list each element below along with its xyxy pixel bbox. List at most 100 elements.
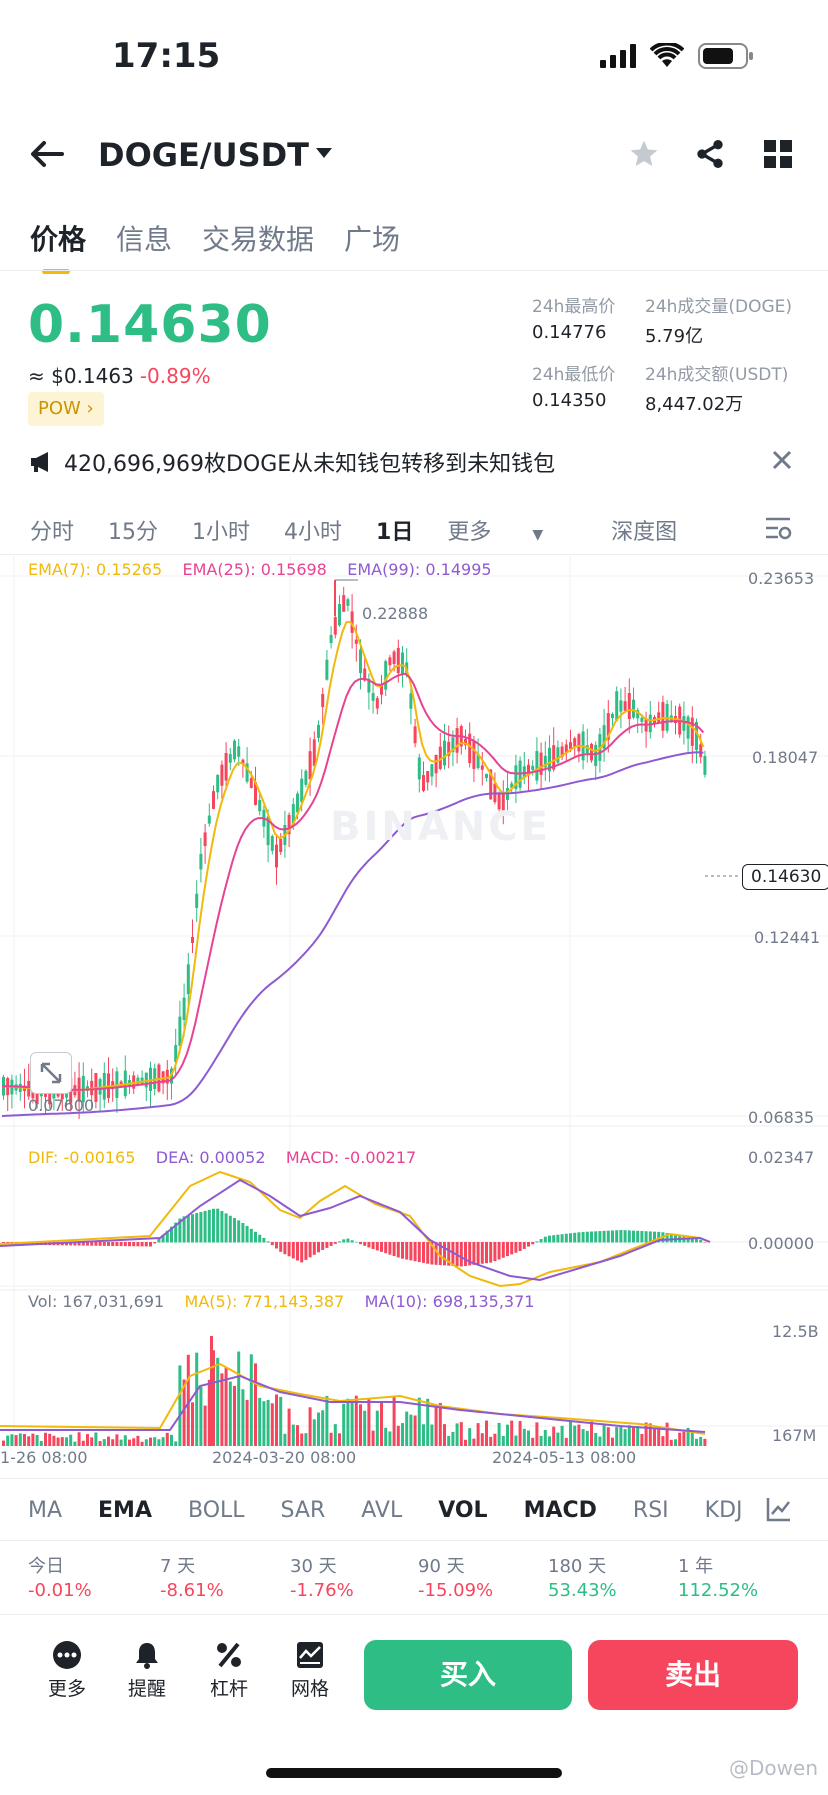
interval-1d[interactable]: 1日 — [376, 514, 413, 546]
volume-bar — [14, 1435, 18, 1446]
sell-button[interactable]: 卖出 — [588, 1640, 798, 1710]
tab-square[interactable]: 广场 — [344, 218, 400, 258]
macd-bar — [132, 1242, 136, 1247]
ind-ma[interactable]: MA — [28, 1498, 62, 1523]
volume-bar — [510, 1420, 514, 1446]
grid-button[interactable]: 网格 — [275, 1640, 345, 1701]
x-tick: 2024-05-13 08:00 — [492, 1448, 637, 1467]
volume-value: 5.79亿 — [645, 326, 704, 347]
home-indicator — [266, 1768, 562, 1778]
candle-body — [228, 754, 232, 763]
volume-bar — [44, 1432, 47, 1446]
volume-bar — [657, 1428, 661, 1446]
kline-chart[interactable] — [0, 556, 828, 1456]
volume-bar — [245, 1399, 249, 1446]
ema25-line — [1, 672, 705, 1091]
macd-bar — [514, 1242, 518, 1253]
ind-avl[interactable]: AVL — [361, 1498, 402, 1523]
macd-bar — [220, 1211, 224, 1243]
y-tick: 0.23653 — [748, 569, 815, 588]
indicator-settings[interactable] — [742, 1484, 828, 1538]
macd-bar — [518, 1242, 522, 1252]
volume-bar — [174, 1441, 178, 1446]
interval-4h[interactable]: 4小时 — [284, 514, 342, 546]
ind-sar[interactable]: SAR — [281, 1498, 326, 1523]
ema99-legend: EMA(99): 0.14995 — [347, 560, 492, 579]
volume-bar — [123, 1435, 127, 1446]
volume-bar — [388, 1431, 392, 1446]
volume-bar — [367, 1398, 371, 1446]
candle-body — [304, 770, 308, 785]
volume-bar — [48, 1433, 52, 1446]
candle-body — [233, 740, 236, 760]
ind-ema[interactable]: EMA — [98, 1498, 152, 1523]
buy-button[interactable]: 买入 — [364, 1640, 572, 1710]
interval-depth[interactable]: 深度图 — [611, 514, 677, 546]
volume-bar — [623, 1429, 627, 1446]
notice-bar[interactable]: 420,696,969枚DOGE从未知钱包转移到未知钱包 — [30, 446, 555, 478]
volume-bar — [249, 1354, 253, 1446]
pow-tag[interactable]: POW › — [28, 392, 104, 426]
ind-rsi[interactable]: RSI — [633, 1498, 669, 1523]
fullscreen-button[interactable] — [30, 1052, 72, 1094]
volume-bar — [128, 1439, 131, 1446]
candle-body — [279, 838, 283, 853]
more-button[interactable]: 更多 — [32, 1640, 102, 1701]
ind-boll[interactable]: BOLL — [188, 1498, 245, 1523]
alert-button[interactable]: 提醒 — [112, 1640, 182, 1701]
macd-bar — [144, 1242, 148, 1247]
star-icon[interactable] — [628, 138, 660, 170]
macd-bar — [543, 1236, 547, 1243]
pair-title[interactable]: DOGE/USDT — [98, 136, 309, 174]
macd-bar — [627, 1230, 631, 1243]
tab-info[interactable]: 信息 — [116, 218, 172, 258]
macd-bar — [585, 1231, 589, 1243]
volume-bar — [266, 1399, 270, 1446]
interval-15m[interactable]: 15分 — [108, 514, 158, 546]
volume-bar — [569, 1420, 572, 1446]
chart-settings-icon[interactable] — [764, 516, 792, 542]
interval-more-label: 更多 — [447, 520, 492, 545]
back-arrow-icon[interactable] — [30, 140, 64, 168]
leverage-button[interactable]: 杠杆 — [194, 1640, 264, 1701]
tab-trading-data[interactable]: 交易数据 — [202, 218, 314, 258]
volume-bar — [485, 1420, 488, 1446]
caret-down-icon[interactable] — [316, 148, 332, 160]
tab-price[interactable]: 价格 — [30, 218, 86, 274]
close-icon[interactable] — [772, 450, 792, 470]
interval-timeline[interactable]: 分时 — [30, 514, 74, 546]
grid-menu-icon[interactable] — [764, 140, 792, 168]
volume-bar — [560, 1425, 564, 1446]
volume-bar — [111, 1439, 115, 1446]
macd-bar — [573, 1232, 577, 1243]
macd-bar — [560, 1234, 564, 1243]
candle-body — [409, 693, 413, 709]
macd-bar — [338, 1241, 341, 1243]
candle-body — [333, 617, 337, 635]
ind-vol[interactable]: VOL — [438, 1498, 487, 1523]
volume-bar — [220, 1373, 224, 1446]
ind-macd[interactable]: MACD — [524, 1498, 597, 1523]
volume-bar — [627, 1425, 631, 1446]
interval-1h[interactable]: 1小时 — [192, 514, 250, 546]
perf-label: 30 天 — [290, 1556, 337, 1577]
volume-bar — [636, 1426, 640, 1446]
candle-body — [220, 764, 224, 786]
share-icon[interactable] — [694, 138, 726, 170]
volume-bar — [363, 1410, 367, 1446]
status-icons — [600, 42, 754, 70]
volume-bar — [699, 1436, 703, 1446]
last-price: 0.14630 — [28, 295, 272, 355]
macd-bar — [539, 1239, 543, 1243]
interval-more[interactable]: 更多 ▼ — [447, 514, 577, 546]
macd-bar — [136, 1242, 140, 1247]
macd-bar — [384, 1242, 388, 1254]
candle-body — [317, 724, 320, 738]
perf-label: 7 天 — [160, 1556, 196, 1577]
ind-kdj[interactable]: KDJ — [705, 1498, 743, 1523]
volume-bar — [102, 1439, 106, 1446]
divider — [0, 270, 828, 271]
dif-line — [0, 1170, 711, 1288]
macd-bar — [308, 1242, 312, 1258]
macd-bar — [279, 1242, 283, 1252]
